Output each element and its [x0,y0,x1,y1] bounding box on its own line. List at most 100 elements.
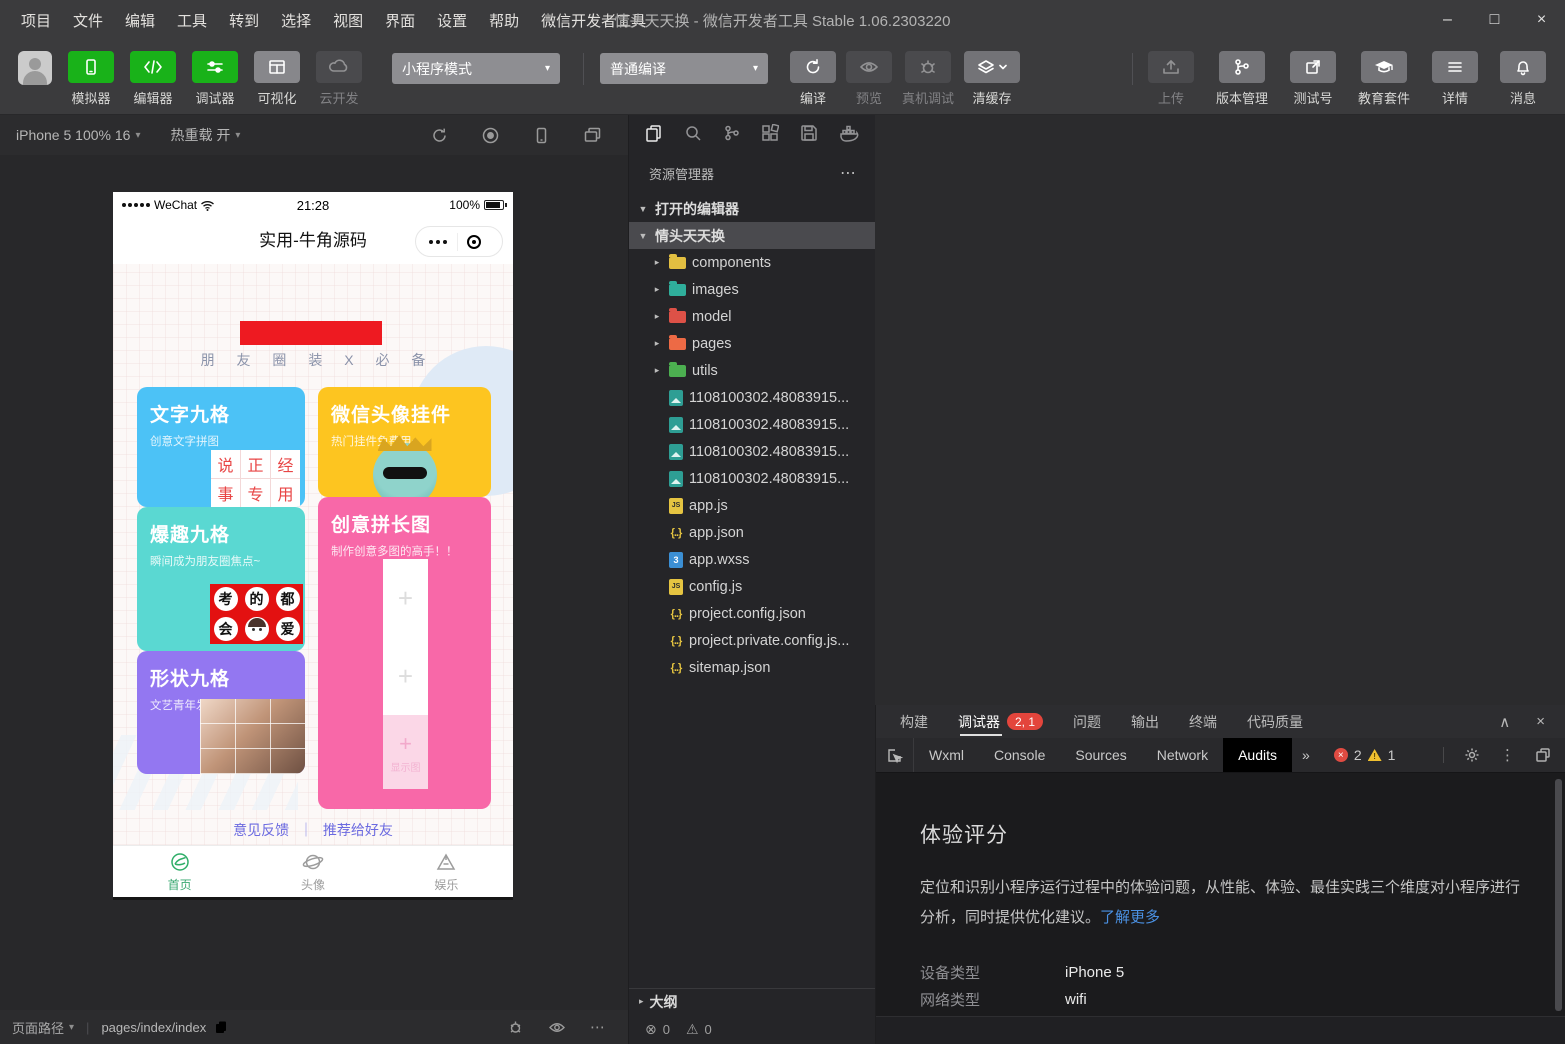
menu-interface[interactable]: 界面 [374,10,426,31]
console-error-count[interactable]: 2 [1354,747,1362,763]
source-control-icon[interactable] [723,124,741,146]
simulator-button[interactable]: 模拟器 [68,51,114,107]
multi-window-icon[interactable] [583,126,602,145]
visualization-button[interactable]: 可视化 [254,51,300,107]
file-image[interactable]: 1108100302.48083915... [629,384,875,411]
compile-button[interactable]: 编译 [790,51,836,107]
close-capsule-icon[interactable] [467,235,481,249]
devtools-tab-console[interactable]: Console [979,738,1060,772]
folder-model[interactable]: ▸model [629,303,875,330]
tab-debugger[interactable]: 调试器2, 1 [958,705,1043,738]
section-open-editors[interactable]: ▼打开的编辑器 [629,195,875,222]
menu-select[interactable]: 选择 [270,10,322,31]
more-options-icon[interactable]: ⋯ [590,1018,606,1036]
folder-pages[interactable]: ▸pages [629,330,875,357]
copy-icon[interactable] [214,1020,228,1035]
devtools-tab-network[interactable]: Network [1142,738,1223,772]
docker-icon[interactable] [839,125,859,146]
test-account-button[interactable]: 测试号 [1290,51,1336,107]
maximize-button[interactable]: □ [1471,0,1518,40]
tab-avatar[interactable]: 头像 [246,846,379,897]
tab-output[interactable]: 输出 [1131,705,1159,738]
close-button[interactable]: × [1518,0,1565,40]
files-icon[interactable] [645,124,663,147]
tab-build[interactable]: 构建 [900,705,928,738]
more-actions-icon[interactable]: ⋯ [832,163,865,183]
menu-edit[interactable]: 编辑 [114,10,166,31]
file-app-json[interactable]: app.json [629,519,875,546]
avatar[interactable] [18,51,52,85]
outline-section[interactable]: ▸大纲 [629,988,875,1014]
kebab-menu-icon[interactable]: ⋮ [1500,746,1515,764]
card-long-image[interactable]: 创意拼长图 制作创意多图的高手！！ + + + 显示图 [318,497,491,809]
version-control-button[interactable]: 版本管理 [1216,51,1268,107]
folder-utils[interactable]: ▸utils [629,357,875,384]
mode-select[interactable]: 小程序模式 ▾ [392,53,560,84]
file-app-wxss[interactable]: app.wxss [629,546,875,573]
file-sitemap[interactable]: sitemap.json [629,654,875,681]
file-image[interactable]: 1108100302.48083915... [629,411,875,438]
clear-cache-button[interactable]: 清缓存 [964,51,1020,107]
tab-fun[interactable]: 娱乐 [380,846,513,897]
section-project-root[interactable]: ▼情头天天换 [629,222,875,249]
devtools-tab-sources[interactable]: Sources [1060,738,1141,772]
page-path-label[interactable]: 页面路径 [12,1018,64,1037]
phone-preview[interactable]: WeChat 21:28 100% 实用-牛角源码 [113,192,513,900]
console-warning-count[interactable]: 1 [1388,747,1396,763]
recommend-link[interactable]: 推荐给好友 [323,822,393,838]
menu-file[interactable]: 文件 [62,10,114,31]
reload-icon[interactable] [430,126,449,145]
file-image[interactable]: 1108100302.48083915... [629,465,875,492]
card-avatar-pendant[interactable]: 微信头像挂件 热门挂件免费用~ [318,387,491,497]
details-button[interactable]: 详情 [1432,51,1478,107]
record-icon[interactable] [481,126,500,145]
menu-goto[interactable]: 转到 [218,10,270,31]
device-select[interactable]: iPhone 5 100% 16 ▾ [16,127,140,143]
menu-view[interactable]: 视图 [322,10,374,31]
inspect-element-icon[interactable] [876,738,914,772]
card-text-grid[interactable]: 文字九格 创意文字拼图 说正经 事专用 [137,387,305,507]
search-icon[interactable] [684,124,702,146]
menu-project[interactable]: 项目 [10,10,62,31]
bug-icon[interactable] [507,1019,524,1035]
tab-home[interactable]: 首页 [113,846,246,897]
file-project-private-config[interactable]: project.private.config.js... [629,627,875,654]
folder-components[interactable]: ▸components [629,249,875,276]
editor-button[interactable]: 编辑器 [130,51,176,107]
capsule-menu[interactable] [415,226,503,257]
card-fun-grid[interactable]: 爆趣九格 瞬间成为朋友圈焦点~ 考 的 都 会 爱 [137,507,305,651]
file-app-js[interactable]: app.js [629,492,875,519]
feedback-link[interactable]: 意见反馈 [233,822,289,838]
more-dots-icon[interactable] [429,240,447,244]
messages-button[interactable]: 消息 [1500,51,1546,107]
learn-more-link[interactable]: 了解更多 [1100,909,1160,926]
education-suite-button[interactable]: 教育套件 [1358,51,1410,107]
menu-help[interactable]: 帮助 [478,10,530,31]
device-frame-icon[interactable] [532,126,551,145]
menu-settings[interactable]: 设置 [426,10,478,31]
extensions-icon[interactable] [761,124,779,146]
collapse-panel-icon[interactable]: ∧ [1499,713,1510,731]
eye-icon[interactable] [548,1021,566,1034]
devtools-tab-wxml[interactable]: Wxml [914,738,979,772]
settings-gear-icon[interactable] [1464,747,1480,763]
file-project-config[interactable]: project.config.json [629,600,875,627]
card-shape-grid[interactable]: 形状九格 文艺青年发图专属 [137,651,305,774]
save-icon[interactable] [800,124,818,146]
devtools-tab-audits[interactable]: Audits [1223,738,1292,772]
debugger-button[interactable]: 调试器 [192,51,238,107]
minimize-button[interactable]: – [1424,0,1471,40]
close-panel-icon[interactable]: × [1536,713,1545,731]
more-tabs-icon[interactable]: » [1292,738,1320,772]
tab-terminal[interactable]: 终端 [1189,705,1217,738]
folder-images[interactable]: ▸images [629,276,875,303]
file-image[interactable]: 1108100302.48083915... [629,438,875,465]
hot-reload-toggle[interactable]: 热重载 开 ▾ [170,125,240,145]
tab-code-quality[interactable]: 代码质量 [1247,705,1303,738]
menu-tools[interactable]: 工具 [166,10,218,31]
compile-mode-select[interactable]: 普通编译 ▾ [600,53,768,84]
tab-problems[interactable]: 问题 [1073,705,1101,738]
file-config-js[interactable]: config.js [629,573,875,600]
undock-icon[interactable] [1535,747,1551,763]
ad-banner[interactable] [240,321,382,345]
